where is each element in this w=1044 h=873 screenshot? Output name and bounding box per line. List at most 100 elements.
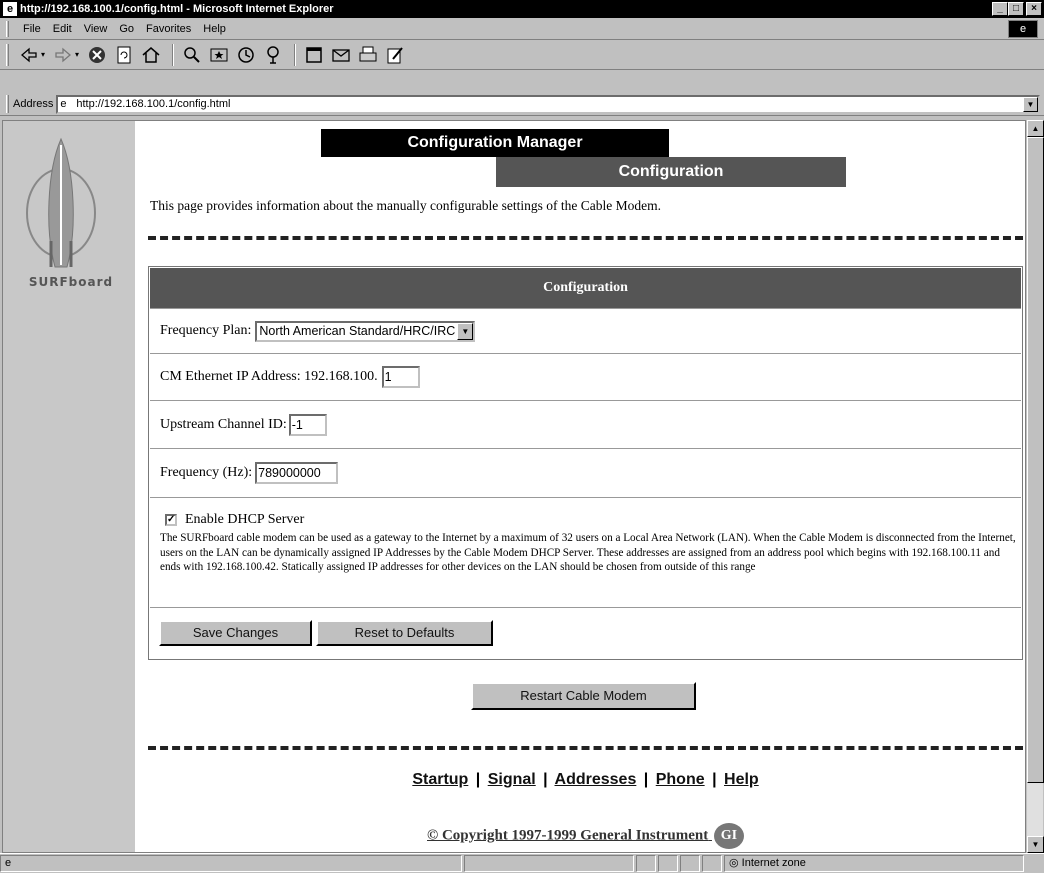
- upstream-channel-row: Upstream Channel ID: -1: [150, 400, 1021, 448]
- footer-link-addresses[interactable]: Addresses: [555, 771, 637, 788]
- cm-ip-input[interactable]: 1: [381, 366, 420, 388]
- mail-icon[interactable]: [329, 43, 353, 67]
- restart-cable-modem-button[interactable]: Restart Cable Modem: [471, 682, 696, 710]
- chevron-down-icon[interactable]: ▼: [457, 322, 474, 340]
- menubar-grip[interactable]: [6, 20, 9, 37]
- status-pane: [702, 855, 722, 872]
- maximize-button[interactable]: □: [1008, 2, 1024, 16]
- menu-help[interactable]: Help: [197, 23, 232, 35]
- status-pane: [680, 855, 700, 872]
- ie-throbber-icon: e: [1008, 20, 1038, 38]
- button-row: Save Changes Reset to Defaults: [150, 607, 1021, 658]
- menu-view[interactable]: View: [78, 23, 114, 35]
- dhcp-label: Enable DHCP Server: [185, 512, 305, 527]
- standard-toolbar: ▾ ▾: [0, 40, 1044, 70]
- toolbar-grip[interactable]: [6, 43, 9, 66]
- intro-text: This page provides information about the…: [150, 198, 662, 213]
- internet-zone-icon: ◎: [729, 857, 739, 869]
- search-icon[interactable]: [180, 43, 204, 67]
- menu-go[interactable]: Go: [113, 23, 140, 35]
- fullscreen-icon[interactable]: [302, 43, 326, 67]
- upstream-channel-label: Upstream Channel ID:: [160, 416, 287, 432]
- copyright[interactable]: © Copyright 1997-1999 General Instrument…: [148, 823, 1023, 849]
- configuration-table: Configuration Frequency Plan: North Amer…: [148, 266, 1023, 660]
- dhcp-checkbox[interactable]: ✓: [165, 514, 177, 526]
- frequency-plan-value: North American Standard/HRC/IRC: [259, 324, 456, 338]
- toolbar-separator: [294, 43, 297, 66]
- back-arrow-icon[interactable]: [17, 43, 41, 67]
- reset-to-defaults-button[interactable]: Reset to Defaults: [316, 620, 493, 646]
- dhcp-row: ✓ Enable DHCP Server The SURFboard cable…: [150, 497, 1021, 607]
- close-button[interactable]: ×: [1026, 2, 1042, 16]
- frequency-row: Frequency (Hz): 789000000: [150, 448, 1021, 497]
- minimize-button[interactable]: _: [992, 2, 1008, 16]
- frequency-input[interactable]: 789000000: [255, 462, 339, 484]
- table-title: Configuration: [150, 268, 1021, 308]
- scroll-thumb[interactable]: [1027, 137, 1044, 783]
- gi-logo-icon: GI: [713, 823, 744, 849]
- menu-edit[interactable]: Edit: [47, 23, 78, 35]
- history-icon[interactable]: [234, 43, 258, 67]
- menu-file[interactable]: File: [17, 23, 47, 35]
- surfboard-logo-icon: [26, 137, 96, 268]
- copyright-text: © Copyright 1997-1999 General Instrument: [427, 827, 709, 844]
- app-title: Configuration Manager: [321, 129, 669, 157]
- status-pane: [464, 855, 634, 872]
- footer-link-signal[interactable]: Signal: [488, 771, 536, 788]
- cm-ip-row: CM Ethernet IP Address: 192.168.100. 1: [150, 353, 1021, 400]
- print-icon[interactable]: [356, 43, 380, 67]
- frequency-label: Frequency (Hz):: [160, 465, 253, 480]
- refresh-icon[interactable]: [112, 43, 136, 67]
- surfboard-brand: SURFboard: [28, 275, 114, 289]
- status-pane: [636, 855, 656, 872]
- channels-icon[interactable]: [261, 43, 285, 67]
- footer-separator: |: [543, 771, 548, 788]
- addressbar-grip[interactable]: [6, 95, 9, 113]
- address-dropdown-icon[interactable]: ▼: [1023, 96, 1038, 112]
- status-text-pane: e: [0, 855, 462, 872]
- address-label: Address: [13, 98, 54, 110]
- back-dropdown-icon[interactable]: ▾: [41, 50, 45, 59]
- toolbar-separator: [172, 43, 175, 66]
- dashed-divider: [148, 746, 1023, 750]
- dashed-divider: [148, 236, 1023, 240]
- section-title: Configuration: [496, 157, 846, 187]
- status-bar: e ◎ Internet zone: [0, 853, 1044, 873]
- footer-link-phone[interactable]: Phone: [656, 771, 705, 788]
- address-bar: Address e http://192.168.100.1/config.ht…: [0, 93, 1044, 116]
- upstream-channel-input[interactable]: -1: [288, 413, 327, 436]
- favorites-icon[interactable]: [207, 43, 231, 67]
- edit-icon[interactable]: [383, 43, 407, 67]
- status-page-icon: e: [5, 857, 12, 869]
- vertical-scrollbar[interactable]: ▲ ▼: [1026, 120, 1044, 853]
- footer-link-startup[interactable]: Startup: [412, 771, 468, 788]
- footer-nav: Startup | Signal | Addresses | Phone | H…: [148, 771, 1023, 789]
- menu-favorites[interactable]: Favorites: [140, 23, 197, 35]
- dhcp-description: The SURFboard cable modem can be used as…: [160, 532, 1016, 574]
- footer-separator: |: [712, 771, 717, 788]
- address-input[interactable]: e http://192.168.100.1/config.html ▼: [56, 94, 1040, 114]
- footer-separator: |: [643, 771, 649, 788]
- menu-bar: File Edit View Go Favorites Help e: [0, 18, 1044, 40]
- zone-pane: ◎ Internet zone: [724, 855, 1024, 872]
- frequency-plan-select[interactable]: North American Standard/HRC/IRC ▼: [255, 320, 476, 342]
- scroll-down-icon[interactable]: ▼: [1027, 836, 1044, 853]
- forward-dropdown-icon[interactable]: ▾: [75, 50, 79, 59]
- frequency-plan-label: Frequency Plan:: [160, 323, 252, 338]
- zone-label: Internet zone: [741, 857, 806, 869]
- address-url: http://192.168.100.1/config.html: [76, 97, 231, 110]
- scroll-up-icon[interactable]: ▲: [1027, 120, 1044, 137]
- home-icon[interactable]: [139, 43, 163, 67]
- cm-ip-label: CM Ethernet IP Address: 192.168.100.: [160, 369, 378, 384]
- forward-arrow-icon[interactable]: [51, 43, 75, 67]
- ie-window-icon: e: [3, 2, 17, 16]
- page-icon: e: [60, 97, 67, 110]
- stop-icon[interactable]: [85, 43, 109, 67]
- page-viewport: SURFboard Configuration Manager Configur…: [2, 120, 1026, 853]
- window-titlebar: e http://192.168.100.1/config.html - Mic…: [0, 0, 1044, 18]
- window-title: http://192.168.100.1/config.html - Micro…: [20, 3, 334, 15]
- save-changes-button[interactable]: Save Changes: [159, 620, 312, 646]
- footer-link-help[interactable]: Help: [724, 771, 759, 788]
- footer-separator: |: [475, 771, 481, 788]
- frequency-plan-row: Frequency Plan: North American Standard/…: [150, 308, 1021, 353]
